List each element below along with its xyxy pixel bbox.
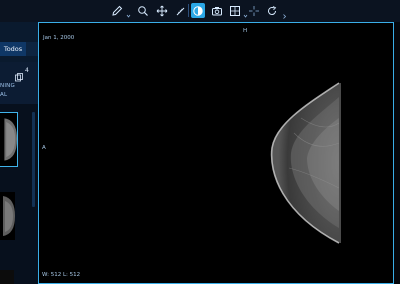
tab-todos[interactable]: Todos [0, 42, 26, 56]
series-count: 4 [25, 67, 29, 74]
viewer-toolbar [0, 0, 400, 22]
orientation-marker-top: H [243, 28, 248, 34]
right-panel-edge [394, 22, 400, 284]
series-thumbnail[interactable] [0, 192, 15, 240]
orientation-marker-left: A [42, 145, 46, 151]
crosshair-icon[interactable] [247, 3, 261, 18]
window-level-contrast-icon[interactable] [191, 3, 205, 18]
mammogram-image [270, 82, 341, 244]
study-description: NING [0, 83, 15, 89]
window-level-readout: W: 512 L: 512 [42, 272, 81, 278]
reset-rotate-icon[interactable] [265, 3, 279, 18]
zoom-magnifier-icon[interactable] [136, 3, 150, 18]
study-tab-header: Todos [0, 42, 38, 56]
capture-camera-icon[interactable] [210, 3, 224, 18]
toolbar-divider [188, 4, 189, 17]
pan-move-icon[interactable] [155, 3, 169, 18]
annotate-pencil-icon[interactable] [110, 3, 124, 18]
study-modality: AL [0, 92, 8, 98]
image-viewport[interactable]: Jan 1, 2000 H A W: 512 L: 512 [38, 22, 394, 284]
layout-grid-icon[interactable] [228, 3, 242, 18]
acquisition-date: Jan 1, 2000 [43, 35, 75, 41]
series-thumbnail[interactable] [0, 270, 14, 284]
thumbnail-scrollbar[interactable] [32, 112, 35, 207]
measure-ruler-icon[interactable] [173, 3, 187, 18]
series-thumbnail[interactable] [0, 112, 18, 167]
chevron-right-icon[interactable] [282, 6, 287, 19]
chevron-down-icon[interactable] [126, 6, 131, 18]
series-copy-icon [15, 67, 23, 82]
